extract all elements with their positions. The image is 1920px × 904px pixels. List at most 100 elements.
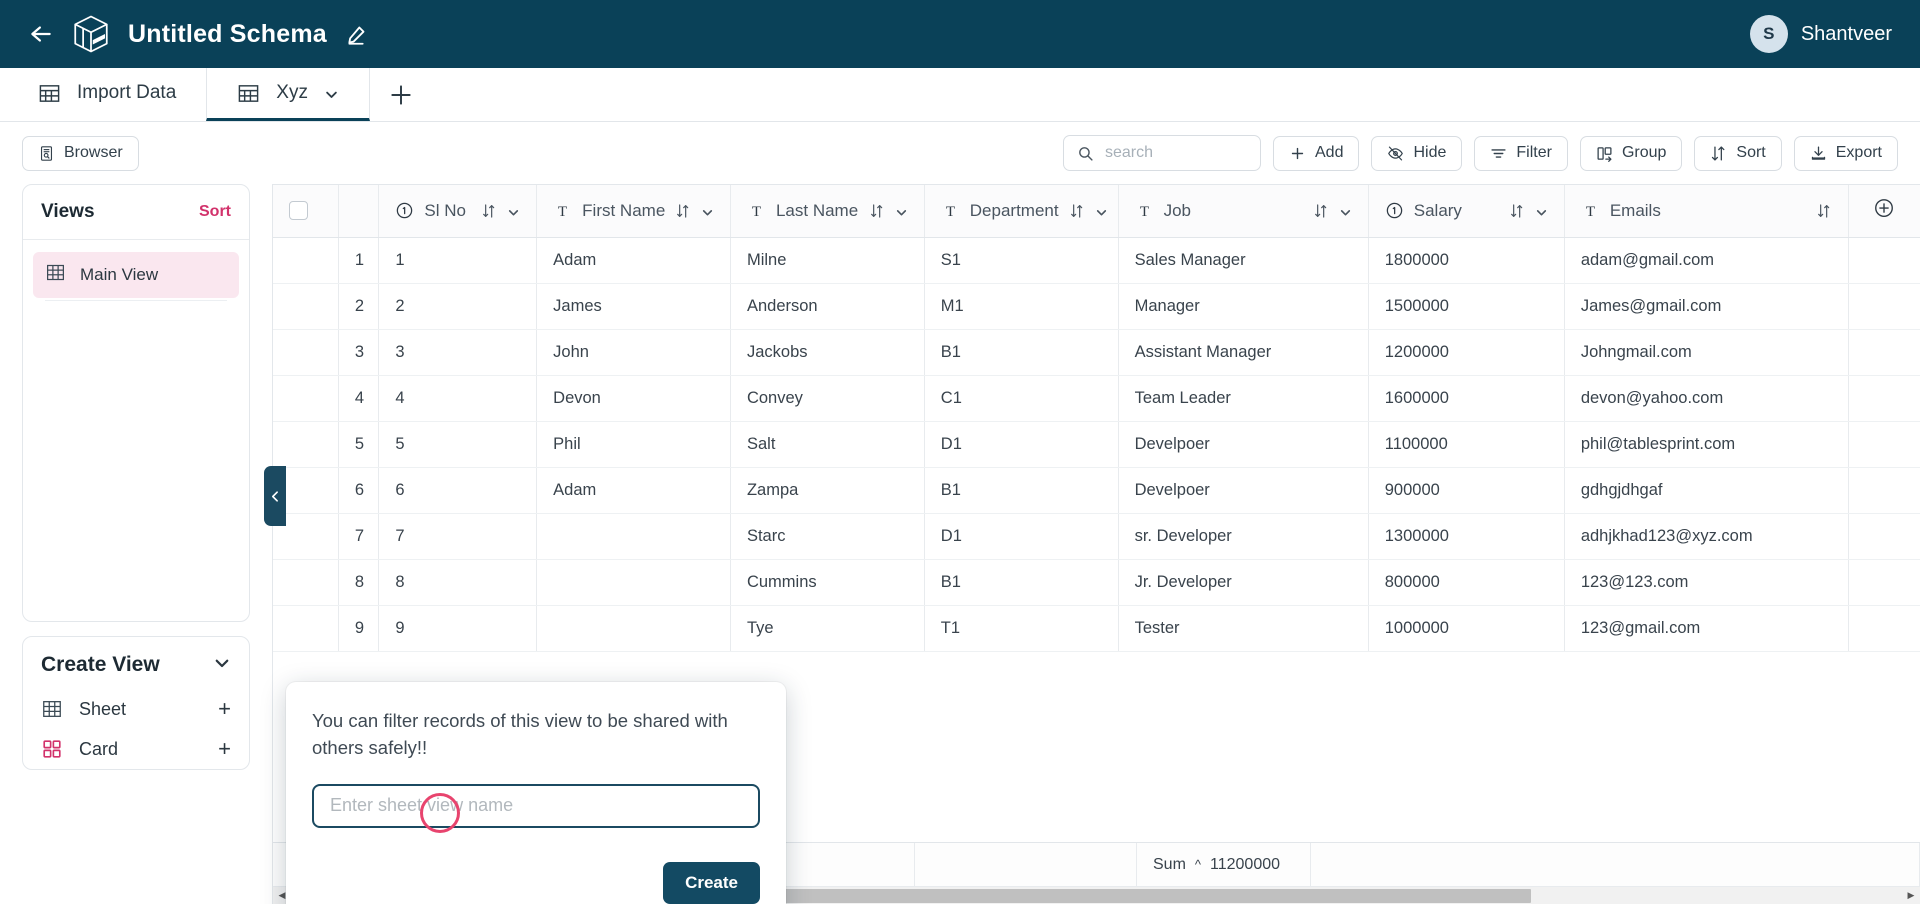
cell-salary[interactable]: 800000 bbox=[1368, 559, 1564, 605]
cell-slno[interactable]: 1 bbox=[379, 237, 537, 283]
cell-department[interactable]: B1 bbox=[924, 329, 1118, 375]
cell-job[interactable]: sr. Developer bbox=[1118, 513, 1368, 559]
browser-button[interactable]: Browser bbox=[22, 136, 139, 171]
table-row[interactable]: 4 4 Devon Convey C1 Team Leader 1600000 … bbox=[273, 375, 1920, 421]
export-button[interactable]: Export bbox=[1794, 136, 1898, 171]
search-input[interactable] bbox=[1105, 144, 1247, 162]
cell-emails[interactable]: 123@123.com bbox=[1564, 559, 1848, 605]
cell-salary[interactable]: 1800000 bbox=[1368, 237, 1564, 283]
cell-job[interactable]: Team Leader bbox=[1118, 375, 1368, 421]
tab-import-data[interactable]: Import Data bbox=[8, 68, 206, 121]
cell-job[interactable]: Develpoer bbox=[1118, 421, 1368, 467]
cell-first-name[interactable]: John bbox=[537, 329, 731, 375]
cell-slno[interactable]: 8 bbox=[379, 559, 537, 605]
add-button[interactable]: Add bbox=[1273, 136, 1359, 171]
cell-job[interactable]: Develpoer bbox=[1118, 467, 1368, 513]
sort-toggle-icon[interactable] bbox=[481, 203, 497, 219]
cell-emails[interactable]: Johngmail.com bbox=[1564, 329, 1848, 375]
sort-toggle-icon[interactable] bbox=[1816, 203, 1832, 219]
cell-last-name[interactable]: Anderson bbox=[730, 283, 924, 329]
table-row[interactable]: 5 5 Phil Salt D1 Develpoer 1100000 phil@… bbox=[273, 421, 1920, 467]
cell-department[interactable]: D1 bbox=[924, 513, 1118, 559]
cell-first-name[interactable] bbox=[537, 513, 731, 559]
group-button[interactable]: Group bbox=[1580, 136, 1682, 171]
cell-slno[interactable]: 6 bbox=[379, 467, 537, 513]
chevron-down-icon[interactable] bbox=[1095, 204, 1108, 217]
table-row[interactable]: 6 6 Adam Zampa B1 Develpoer 900000 gdhgj… bbox=[273, 467, 1920, 513]
cell-first-name[interactable]: Devon bbox=[537, 375, 731, 421]
table-row[interactable]: 2 2 James Anderson M1 Manager 1500000 Ja… bbox=[273, 283, 1920, 329]
cell-job[interactable]: Assistant Manager bbox=[1118, 329, 1368, 375]
column-header-first-name[interactable]: T First Name bbox=[537, 185, 731, 237]
cell-department[interactable]: B1 bbox=[924, 467, 1118, 513]
cell-job[interactable]: Sales Manager bbox=[1118, 237, 1368, 283]
cell-first-name[interactable]: James bbox=[537, 283, 731, 329]
sort-toggle-icon[interactable] bbox=[1313, 203, 1329, 219]
sidebar-collapse-handle[interactable] bbox=[264, 466, 286, 526]
cell-salary[interactable]: 1500000 bbox=[1368, 283, 1564, 329]
cell-emails[interactable]: devon@yahoo.com bbox=[1564, 375, 1848, 421]
table-row[interactable]: 9 9 Tye T1 Tester 1000000 123@gmail.com bbox=[273, 605, 1920, 651]
user-menu[interactable]: S Shantveer bbox=[1750, 0, 1892, 68]
cell-slno[interactable]: 2 bbox=[379, 283, 537, 329]
chevron-down-icon[interactable] bbox=[895, 204, 908, 217]
create-button[interactable]: Create bbox=[663, 862, 760, 904]
sort-toggle-icon[interactable] bbox=[869, 203, 885, 219]
back-arrow-icon[interactable] bbox=[26, 19, 56, 49]
search-box[interactable] bbox=[1063, 135, 1261, 171]
chevron-down-icon[interactable] bbox=[1339, 204, 1352, 217]
cell-slno[interactable]: 3 bbox=[379, 329, 537, 375]
create-view-sheet[interactable]: Sheet + bbox=[23, 689, 249, 729]
cell-emails[interactable]: phil@tablesprint.com bbox=[1564, 421, 1848, 467]
column-header-salary[interactable]: Salary bbox=[1368, 185, 1564, 237]
sort-toggle-icon[interactable] bbox=[1069, 203, 1085, 219]
cell-salary[interactable]: 1000000 bbox=[1368, 605, 1564, 651]
cell-salary[interactable]: 900000 bbox=[1368, 467, 1564, 513]
cell-job[interactable]: Tester bbox=[1118, 605, 1368, 651]
cell-salary[interactable]: 1200000 bbox=[1368, 329, 1564, 375]
add-column-button[interactable] bbox=[1848, 185, 1920, 237]
cell-department[interactable]: C1 bbox=[924, 375, 1118, 421]
sort-button[interactable]: Sort bbox=[1694, 136, 1781, 171]
table-row[interactable]: 8 8 Cummins B1 Jr. Developer 800000 123@… bbox=[273, 559, 1920, 605]
cell-last-name[interactable]: Milne bbox=[730, 237, 924, 283]
filter-button[interactable]: Filter bbox=[1474, 136, 1568, 171]
chevron-down-icon[interactable] bbox=[213, 654, 231, 677]
add-card-icon[interactable]: + bbox=[218, 738, 231, 760]
cell-last-name[interactable]: Tye bbox=[730, 605, 924, 651]
cell-first-name[interactable]: Adam bbox=[537, 467, 731, 513]
cell-last-name[interactable]: Convey bbox=[730, 375, 924, 421]
chevron-down-icon[interactable] bbox=[1535, 204, 1548, 217]
cell-last-name[interactable]: Starc bbox=[730, 513, 924, 559]
cell-salary[interactable]: 1300000 bbox=[1368, 513, 1564, 559]
column-header-slno[interactable]: Sl No bbox=[379, 185, 537, 237]
chevron-down-icon[interactable] bbox=[324, 86, 339, 101]
cell-first-name[interactable] bbox=[537, 559, 731, 605]
cell-department[interactable]: T1 bbox=[924, 605, 1118, 651]
scroll-right-icon[interactable]: ▶ bbox=[1902, 890, 1920, 901]
cell-first-name[interactable]: Adam bbox=[537, 237, 731, 283]
cell-first-name[interactable] bbox=[537, 605, 731, 651]
cell-slno[interactable]: 7 bbox=[379, 513, 537, 559]
cell-job[interactable]: Manager bbox=[1118, 283, 1368, 329]
cell-emails[interactable]: James@gmail.com bbox=[1564, 283, 1848, 329]
column-header-emails[interactable]: T Emails bbox=[1564, 185, 1848, 237]
create-view-card[interactable]: Card + bbox=[23, 729, 249, 769]
cell-department[interactable]: S1 bbox=[924, 237, 1118, 283]
cell-slno[interactable]: 4 bbox=[379, 375, 537, 421]
tab-xyz[interactable]: Xyz bbox=[206, 68, 370, 121]
table-row[interactable]: 3 3 John Jackobs B1 Assistant Manager 12… bbox=[273, 329, 1920, 375]
pencil-icon[interactable] bbox=[346, 25, 366, 45]
cell-last-name[interactable]: Salt bbox=[730, 421, 924, 467]
cell-department[interactable]: D1 bbox=[924, 421, 1118, 467]
cell-department[interactable]: M1 bbox=[924, 283, 1118, 329]
create-view-header[interactable]: Create View bbox=[23, 637, 249, 689]
column-header-job[interactable]: T Job bbox=[1118, 185, 1368, 237]
sidebar-item-main-view[interactable]: Main View bbox=[33, 252, 239, 298]
table-row[interactable]: 1 1 Adam Milne S1 Sales Manager 1800000 … bbox=[273, 237, 1920, 283]
add-sheet-icon[interactable]: + bbox=[218, 698, 231, 720]
cell-emails[interactable]: 123@gmail.com bbox=[1564, 605, 1848, 651]
add-tab-button[interactable] bbox=[370, 68, 432, 121]
sheet-view-name-input[interactable] bbox=[312, 784, 760, 828]
table-row[interactable]: 7 7 Starc D1 sr. Developer 1300000 adhjk… bbox=[273, 513, 1920, 559]
